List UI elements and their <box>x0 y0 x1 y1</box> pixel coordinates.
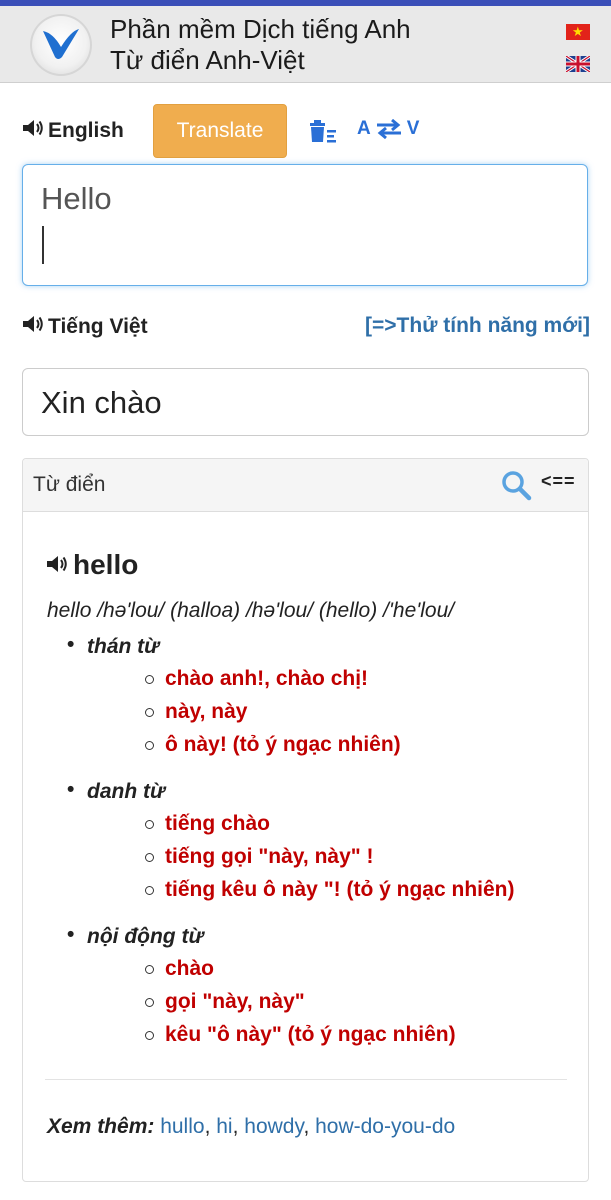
swap-from-label: A <box>357 118 371 139</box>
see-also: Xem thêm: hullo, hi, howdy, how-do-you-d… <box>47 1115 456 1138</box>
text-cursor <box>42 226 44 264</box>
swap-to-label: V <box>406 118 420 139</box>
uk-flag-icon[interactable] <box>565 54 591 74</box>
pronunciation: hello /hə'lou/ (halloa) /hə'lou/ (hello)… <box>47 599 455 622</box>
app-title-line2: Từ điển Anh-Việt <box>110 45 305 75</box>
see-also-link[interactable]: how-do-you-do <box>315 1115 455 1138</box>
vietnam-flag-icon[interactable]: ★ <box>566 24 590 40</box>
translation-output[interactable]: Xin chào <box>22 368 589 436</box>
divider <box>45 1079 567 1080</box>
part-of-speech: danh từ <box>67 778 165 804</box>
target-language-label: Tiếng Việt <box>48 315 148 338</box>
dictionary-panel: Từ điển <== hello hello /hə'lou/ (halloa… <box>22 458 589 1182</box>
meaning-item: kêu "ô này" (tỏ ý ngạc nhiên) <box>145 1023 456 1046</box>
part-of-speech: thán từ <box>67 633 159 659</box>
dictionary-title: Từ điển <box>33 473 106 496</box>
source-text-value: Hello <box>41 181 112 216</box>
target-language[interactable]: Tiếng Việt <box>22 314 148 340</box>
swap-arrows-icon <box>376 119 401 139</box>
source-language-label: English <box>48 119 124 142</box>
app-title-line1: Phần mềm Dịch tiếng Anh <box>110 14 411 44</box>
see-also-link[interactable]: howdy <box>244 1115 303 1138</box>
speaker-icon[interactable] <box>22 314 44 340</box>
see-also-label: Xem thêm: <box>47 1115 155 1138</box>
see-also-link[interactable]: hi <box>216 1115 232 1138</box>
dictionary-word: hello <box>45 549 138 581</box>
meaning-item: tiếng gọi "này, này" ! <box>145 845 374 868</box>
app-title: Phần mềm Dịch tiếng Anh Từ điển Anh-Việt <box>110 14 411 76</box>
meaning-item: gọi "này, này" <box>145 990 305 1013</box>
part-of-speech: nội động từ <box>67 923 204 949</box>
search-icon[interactable] <box>500 469 532 506</box>
speaker-icon[interactable] <box>45 549 69 581</box>
clear-icon[interactable] <box>308 118 338 149</box>
collapse-dictionary-button[interactable]: <== <box>541 471 576 492</box>
swap-languages-button[interactable]: A V <box>357 118 419 140</box>
meaning-item: ô này! (tỏ ý ngạc nhiên) <box>145 733 401 756</box>
meaning-item: chào anh!, chào chị! <box>144 667 369 690</box>
source-language[interactable]: English <box>22 118 124 144</box>
meaning-item: tiếng chào <box>144 812 271 835</box>
translation-output-text: Xin chào <box>41 385 162 420</box>
meaning-item: tiếng kêu ô này "! (tỏ ý ngạc nhiên) <box>144 878 515 901</box>
dictionary-word-text: hello <box>73 549 139 580</box>
try-new-feature-link[interactable]: [=>Thử tính năng mới] <box>365 314 590 338</box>
meaning-item: này, này <box>144 700 248 723</box>
app-logo-icon[interactable] <box>30 14 92 76</box>
dictionary-header: Từ điển <== <box>23 459 588 512</box>
app-header: Phần mềm Dịch tiếng Anh Từ điển Anh-Việt… <box>0 6 611 83</box>
see-also-link[interactable]: hullo <box>160 1115 204 1138</box>
source-text-input[interactable]: Hello <box>22 164 588 286</box>
translate-button[interactable]: Translate <box>153 104 287 158</box>
speaker-icon[interactable] <box>22 118 44 144</box>
meaning-item: chào <box>144 957 215 980</box>
